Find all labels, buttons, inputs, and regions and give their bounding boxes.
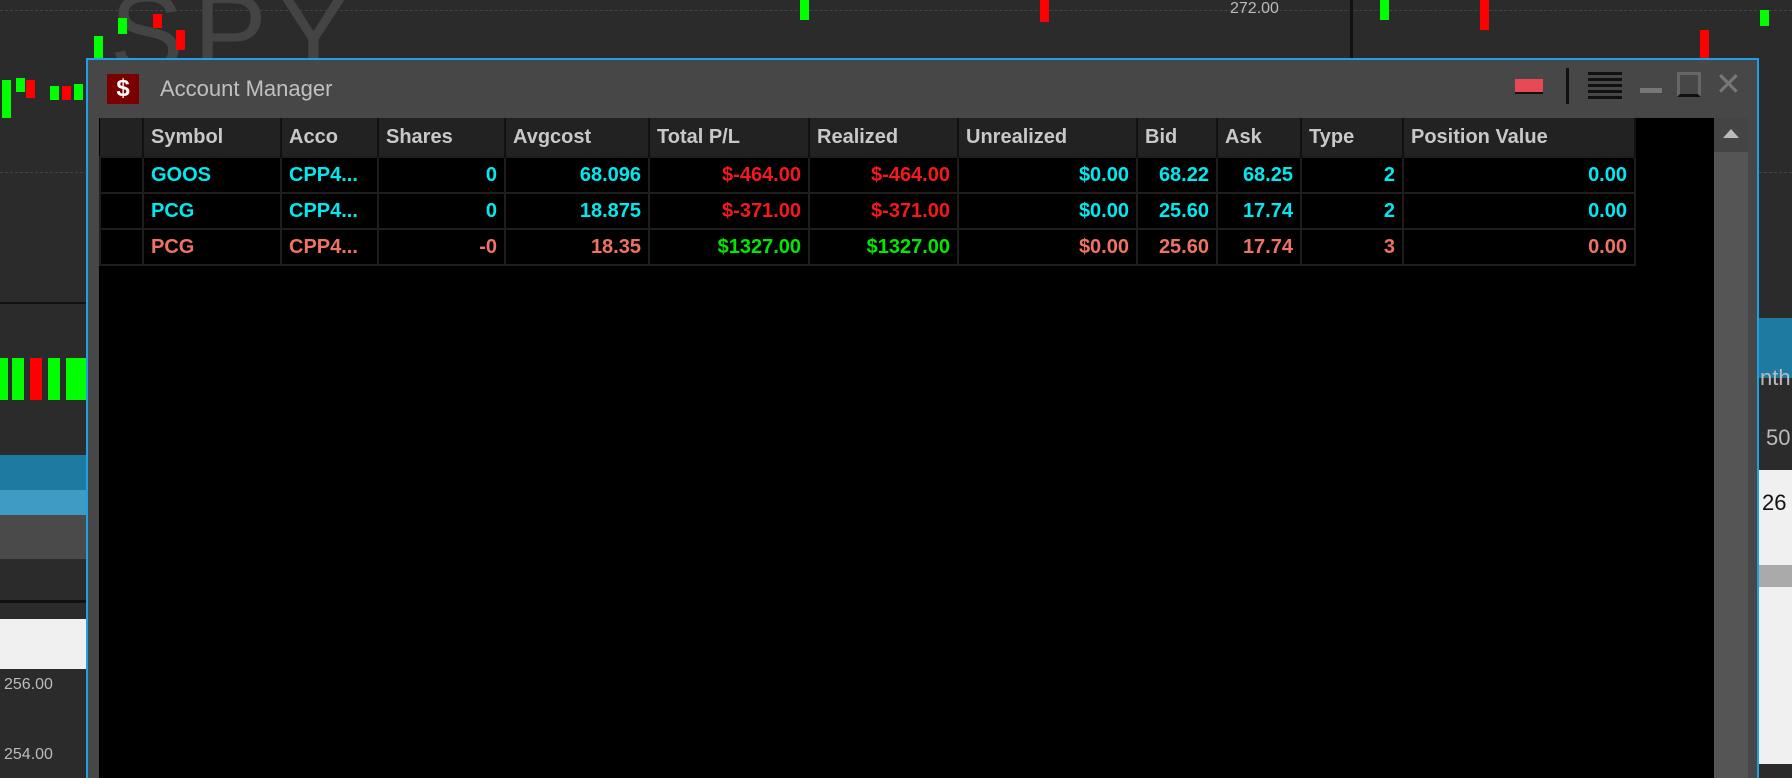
column-header-position-value[interactable]: Position Value bbox=[1403, 118, 1636, 157]
bid-cell: 68.22 bbox=[1136, 156, 1218, 194]
column-header-type[interactable]: Type bbox=[1301, 118, 1404, 157]
total-pl-cell: $-371.00 bbox=[648, 192, 810, 230]
right-label: nth bbox=[1760, 365, 1791, 390]
position-value-cell: 0.00 bbox=[1402, 228, 1636, 266]
price-label: 256.00 bbox=[4, 676, 53, 693]
ask-cell: 68.25 bbox=[1216, 156, 1302, 194]
scroll-up-arrow-icon[interactable] bbox=[1714, 118, 1748, 152]
column-header-ask[interactable]: Ask bbox=[1217, 118, 1302, 157]
column-header-total-pl[interactable]: Total P/L bbox=[649, 118, 810, 157]
symbol-cell: PCG bbox=[142, 228, 282, 266]
color-indicator-button[interactable] bbox=[1515, 79, 1543, 94]
separator bbox=[1566, 68, 1569, 104]
filter-menu-icon[interactable] bbox=[1588, 72, 1622, 100]
table-row[interactable]: PCG CPP4... 0 18.875 $-371.00 $-371.00 $… bbox=[99, 192, 1636, 230]
price-label: 272.00 bbox=[1230, 0, 1279, 17]
column-header-unrealized[interactable]: Unrealized bbox=[958, 118, 1138, 157]
right-label: 50 bbox=[1766, 425, 1791, 450]
realized-cell: $-464.00 bbox=[808, 156, 959, 194]
bid-cell: 25.60 bbox=[1136, 192, 1218, 230]
avgcost-cell: 18.875 bbox=[504, 192, 650, 230]
row-number bbox=[99, 192, 144, 230]
total-pl-cell: $-464.00 bbox=[648, 156, 810, 194]
column-header-symbol[interactable]: Symbol bbox=[143, 118, 282, 157]
table-row[interactable]: GOOS CPP4... 0 68.096 $-464.00 $-464.00 … bbox=[99, 156, 1636, 194]
table-row[interactable]: PCG CPP4... -0 18.35 $1327.00 $1327.00 $… bbox=[99, 228, 1636, 266]
shares-cell: -0 bbox=[377, 228, 506, 266]
realized-cell: $1327.00 bbox=[808, 228, 959, 266]
vertical-scrollbar[interactable] bbox=[1714, 118, 1748, 778]
symbol-cell: PCG bbox=[142, 192, 282, 230]
title-bar[interactable]: $ Account Manager ✕ bbox=[88, 60, 1757, 118]
avgcost-cell: 68.096 bbox=[504, 156, 650, 194]
right-label: 26 bbox=[1762, 490, 1787, 515]
account-cell: CPP4... bbox=[280, 228, 379, 266]
total-pl-cell: $1327.00 bbox=[648, 228, 810, 266]
shares-cell: 0 bbox=[377, 156, 506, 194]
ask-cell: 17.74 bbox=[1216, 228, 1302, 266]
column-header-bid[interactable]: Bid bbox=[1137, 118, 1218, 157]
header-row: Symbol Acco Shares Avgcost Total P/L Rea… bbox=[100, 118, 1636, 157]
avgcost-cell: 18.35 bbox=[504, 228, 650, 266]
maximize-button[interactable] bbox=[1677, 72, 1701, 97]
unrealized-cell: $0.00 bbox=[957, 228, 1138, 266]
positions-grid: Symbol Acco Shares Avgcost Total P/L Rea… bbox=[99, 118, 1714, 778]
row-number bbox=[99, 156, 144, 194]
type-cell: 2 bbox=[1300, 156, 1404, 194]
account-manager-window: $ Account Manager ✕ Symbol Acco Shares A… bbox=[86, 58, 1759, 778]
close-button[interactable]: ✕ bbox=[1715, 66, 1742, 102]
minimize-button[interactable] bbox=[1640, 88, 1662, 93]
shares-cell: 0 bbox=[377, 192, 506, 230]
row-number bbox=[99, 228, 144, 266]
price-label: 254.00 bbox=[4, 746, 53, 763]
column-header-shares[interactable]: Shares bbox=[378, 118, 506, 157]
unrealized-cell: $0.00 bbox=[957, 156, 1138, 194]
column-header-realized[interactable]: Realized bbox=[809, 118, 959, 157]
symbol-cell: GOOS bbox=[142, 156, 282, 194]
bid-cell: 25.60 bbox=[1136, 228, 1218, 266]
ask-cell: 17.74 bbox=[1216, 192, 1302, 230]
account-cell: CPP4... bbox=[280, 192, 379, 230]
position-value-cell: 0.00 bbox=[1402, 192, 1636, 230]
account-cell: CPP4... bbox=[280, 156, 379, 194]
unrealized-cell: $0.00 bbox=[957, 192, 1138, 230]
column-header-rownum[interactable] bbox=[100, 118, 144, 157]
column-header-avgcost[interactable]: Avgcost bbox=[505, 118, 650, 157]
realized-cell: $-371.00 bbox=[808, 192, 959, 230]
column-header-account[interactable]: Acco bbox=[281, 118, 379, 157]
position-value-cell: 0.00 bbox=[1402, 156, 1636, 194]
type-cell: 2 bbox=[1300, 192, 1404, 230]
dollar-icon: $ bbox=[107, 74, 139, 104]
window-title: Account Manager bbox=[160, 76, 333, 101]
type-cell: 3 bbox=[1300, 228, 1404, 266]
